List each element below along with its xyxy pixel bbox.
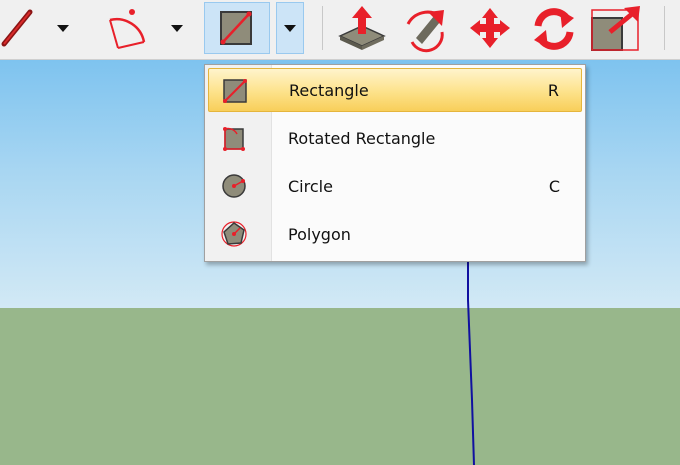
move-tool-button[interactable]	[462, 2, 518, 54]
chevron-down-icon	[171, 24, 183, 32]
drawing-toolbar	[0, 0, 680, 60]
menu-item-circle[interactable]: Circle C	[208, 164, 582, 208]
pencil-dropdown-button[interactable]	[50, 2, 76, 54]
menu-item-label: Circle	[288, 176, 333, 196]
rotate-icon	[534, 8, 574, 50]
follow-me-icon	[406, 10, 444, 53]
follow-me-tool-button[interactable]	[398, 2, 454, 54]
polygon-icon	[221, 221, 247, 247]
toolbar-separator	[322, 6, 323, 50]
push-pull-icon	[338, 6, 386, 50]
push-pull-tool-button[interactable]	[334, 2, 390, 54]
shape-tool-button[interactable]	[204, 2, 270, 54]
rectangle-icon	[223, 79, 247, 103]
arc-dropdown-button[interactable]	[164, 2, 190, 54]
toolbar-separator	[664, 6, 665, 50]
menu-item-shortcut: C	[548, 176, 560, 196]
shape-tool-dropdown-menu: Rectangle R Rotated Rectangle Circle C P…	[204, 64, 586, 262]
rotated-rectangle-icon	[223, 127, 245, 151]
menu-item-rectangle[interactable]: Rectangle R	[208, 68, 582, 112]
chevron-down-icon	[284, 24, 296, 32]
shape-dropdown-button[interactable]	[276, 2, 304, 54]
scale-icon	[591, 6, 640, 51]
pencil-icon	[1, 9, 33, 47]
chevron-down-icon	[57, 24, 69, 32]
menu-item-rotated-rectangle[interactable]: Rotated Rectangle	[208, 116, 582, 160]
menu-item-label: Rotated Rectangle	[288, 128, 436, 148]
viewport-ground[interactable]	[0, 308, 680, 465]
menu-item-label: Polygon	[288, 224, 351, 244]
arc-icon	[109, 9, 146, 49]
arc-tool-button[interactable]	[100, 2, 154, 54]
rectangle-icon	[220, 11, 252, 45]
move-icon	[470, 8, 510, 48]
pencil-tool-button[interactable]	[0, 2, 46, 54]
circle-icon	[222, 174, 246, 198]
rotate-tool-button[interactable]	[526, 2, 582, 54]
menu-item-label: Rectangle	[289, 80, 369, 100]
scale-tool-button[interactable]	[588, 2, 650, 54]
menu-item-shortcut: R	[547, 80, 559, 100]
menu-item-polygon[interactable]: Polygon	[208, 212, 582, 256]
